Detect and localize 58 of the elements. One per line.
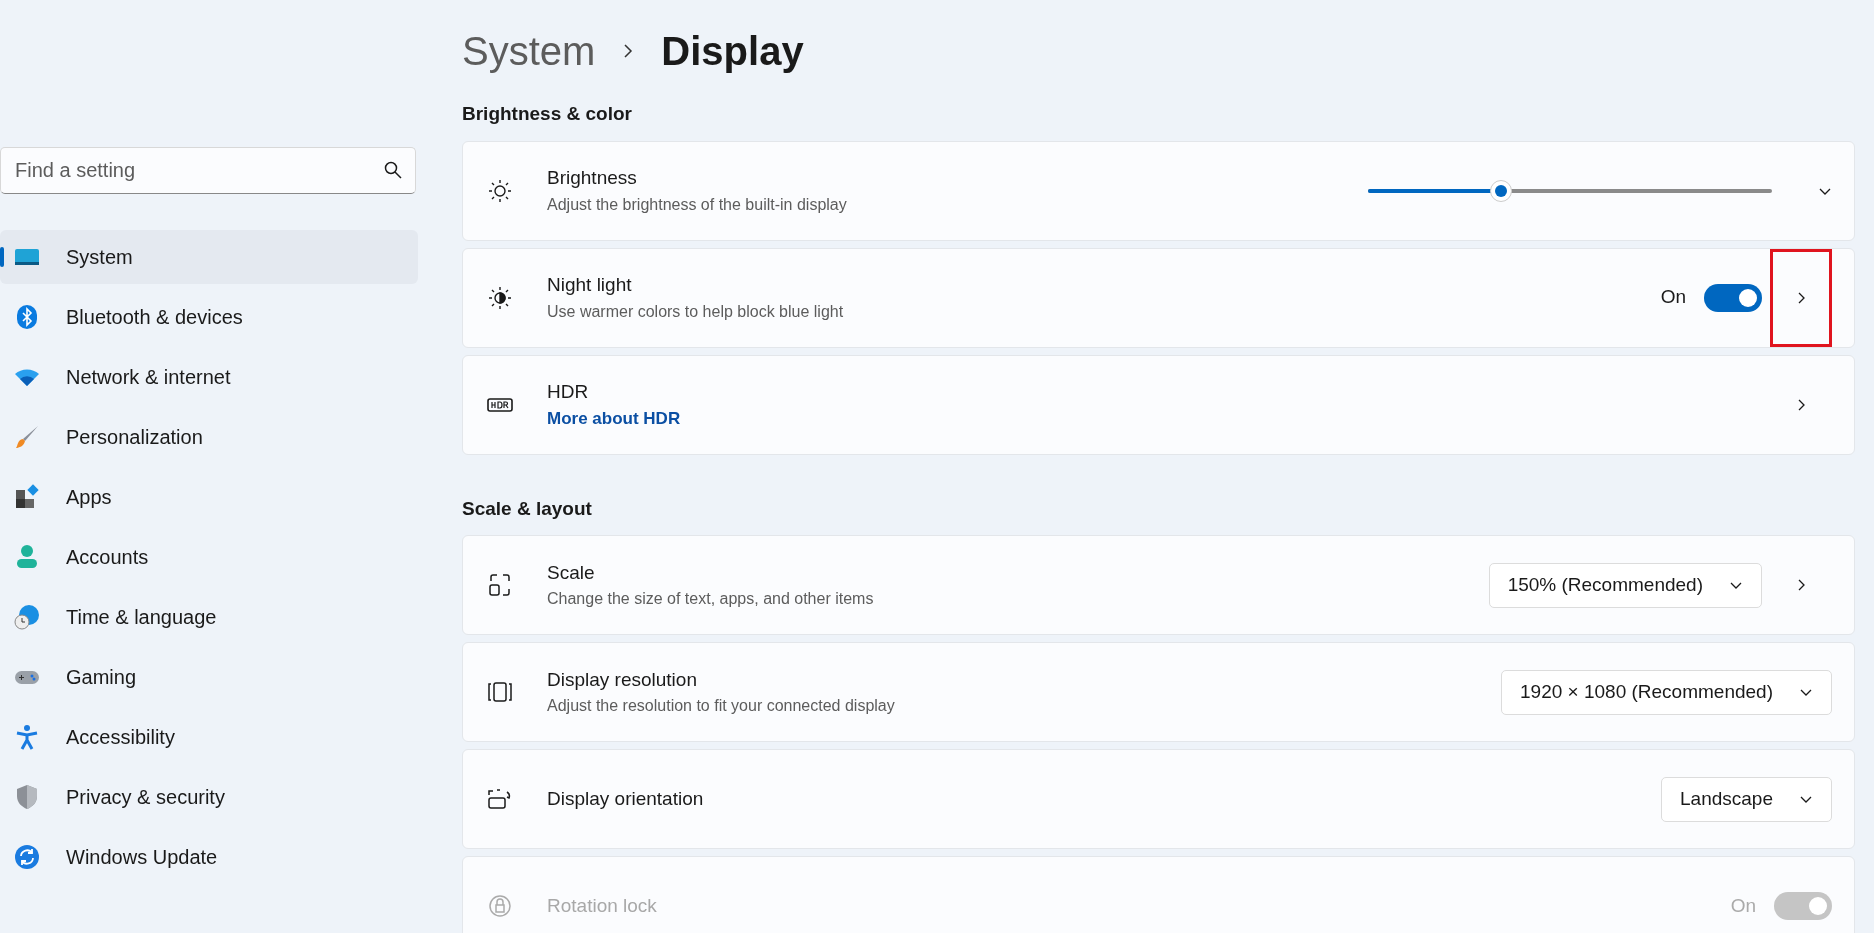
more-link[interactable]: More about HDR — [547, 406, 1762, 432]
person-icon — [14, 544, 40, 570]
sidebar-item[interactable]: Windows Update — [0, 830, 418, 884]
apps-icon — [14, 484, 40, 510]
sidebar-item[interactable]: Time & language — [0, 590, 418, 644]
search-field[interactable]: Find a setting — [0, 147, 416, 194]
card-title: Display orientation — [547, 786, 705, 811]
sidebar-item[interactable]: Personalization — [0, 410, 418, 464]
brightness-slider[interactable] — [1368, 178, 1772, 203]
scale-icon — [487, 572, 513, 598]
card-description: Adjust the brightness of the built-in display — [547, 194, 848, 215]
dropdown[interactable]: 1920 × 1080 (Recommended) — [1501, 669, 1832, 715]
settings-card[interactable]: Night light Use warmer colors to help block blue light On — [462, 247, 1855, 348]
sidebar-item[interactable]: System — [0, 230, 418, 284]
dropdown[interactable]: Landscape — [1661, 776, 1832, 822]
sidebar-item[interactable]: Privacy & security — [0, 770, 418, 824]
orientation-icon — [487, 786, 513, 812]
dropdown[interactable]: 150% (Recommended) — [1488, 562, 1762, 608]
card-description: Use warmer colors to help block blue light — [547, 301, 845, 322]
lock-rotate-icon — [487, 893, 513, 919]
toggle-switch[interactable] — [1704, 283, 1762, 312]
card-title: Night light — [547, 273, 633, 298]
accessibility-person-icon — [14, 724, 40, 750]
shield-icon — [14, 784, 40, 810]
sidebar-item[interactable]: Gaming — [0, 650, 418, 704]
section-heading: Brightness & color — [462, 102, 633, 126]
toggle-state-label: On — [1660, 285, 1686, 310]
refresh-icon — [14, 844, 40, 870]
resolution-icon — [487, 679, 513, 705]
sidebar-item[interactable]: Bluetooth & devices — [0, 290, 418, 344]
card-description: Adjust the resolution to fit your connected display — [547, 696, 896, 717]
settings-card[interactable]: Brightness Adjust the brightness of the built-in display — [462, 140, 1855, 241]
settings-card[interactable]: HDR More about HDR — [462, 354, 1855, 455]
card-title: Brightness — [547, 166, 638, 191]
settings-card[interactable]: Display orientation Landscape — [462, 749, 1855, 849]
card-description: Change the size of text, apps, and other items — [547, 589, 875, 610]
search-icon — [384, 161, 402, 179]
card-title: Rotation lock — [547, 893, 658, 918]
card-title: HDR — [547, 379, 590, 404]
card-title: Display resolution — [547, 667, 698, 692]
selection-indicator — [0, 247, 4, 267]
page-title: Display — [661, 28, 804, 75]
sidebar-item[interactable]: Network & internet — [0, 350, 418, 404]
paintbrush-icon — [14, 424, 40, 450]
settings-card[interactable]: Scale Change the size of text, apps, and other items 150% (Recommended) — [462, 535, 1855, 635]
section-heading: Scale & layout — [462, 496, 593, 521]
globe-clock-icon — [14, 604, 40, 630]
bluetooth-icon — [14, 304, 40, 330]
slider-thumb[interactable] — [1490, 179, 1513, 202]
toggle-state-label: On — [1730, 893, 1756, 918]
sidebar-item[interactable]: Apps — [0, 470, 418, 524]
card-title: Scale — [547, 560, 596, 585]
settings-card[interactable]: Display resolution Adjust the resolution to fit your connected display 1920 × 1080 (Recommended) — [462, 642, 1855, 742]
sun-icon — [487, 177, 513, 204]
half-sun-icon — [487, 284, 513, 311]
breadcrumb-parent[interactable]: System — [462, 21, 596, 81]
sidebar-item[interactable]: Accessibility — [0, 710, 418, 764]
sidebar-item[interactable]: Accounts — [0, 530, 418, 584]
